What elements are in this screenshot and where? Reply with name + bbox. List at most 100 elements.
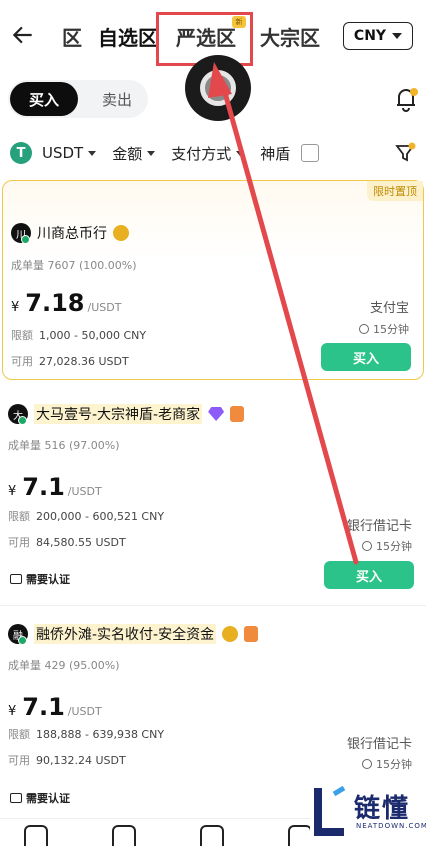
price: ¥ 7.1 /USDT <box>8 473 102 501</box>
tab-favorites[interactable]: 自选区 <box>98 22 158 51</box>
shield-label: 神盾 <box>260 144 291 163</box>
price-value: 7.18 <box>25 289 85 317</box>
limit-value: 200,000 - 600,521 CNY <box>36 510 165 523</box>
nav-orders-icon[interactable] <box>112 825 136 846</box>
buy-tab[interactable]: 买入 <box>10 82 78 116</box>
clock-icon <box>362 541 372 551</box>
price-value: 7.1 <box>22 693 65 721</box>
limit-label: 限额 <box>11 329 33 342</box>
merchant-row[interactable]: 大 大马壹号-大宗神盾-老商家 <box>8 404 245 425</box>
available-row: 可用 27,028.36 USDT <box>11 353 129 369</box>
online-indicator <box>18 416 27 425</box>
price: ¥ 7.18 /USDT <box>11 289 121 317</box>
assist-ring-icon <box>200 70 236 106</box>
nav-p2p-icon[interactable] <box>24 825 48 846</box>
watermark-cn: 链懂 <box>354 794 411 824</box>
merchant-name: 融侨外滩-实名收付-安全资金 <box>34 624 217 644</box>
asset-filter[interactable]: T USDT <box>10 142 97 164</box>
payment-time: 15分钟 <box>362 756 412 772</box>
watermark-logo: 链懂 NEATDOWN.COM <box>310 778 426 846</box>
payment-method: 支付宝 <box>369 301 409 316</box>
certification-required: 需要认证 <box>10 571 70 587</box>
divider <box>0 605 426 606</box>
price-value: 7.1 <box>22 473 65 501</box>
currency-symbol: ¥ <box>8 704 17 719</box>
tab-bulk[interactable]: 大宗区 <box>260 22 320 51</box>
listing-card: 限时置顶 川 川商总币行 成单量 7607 (100.00%) ¥ 7.18 /… <box>2 180 424 380</box>
clock-icon <box>359 324 369 334</box>
chevron-down-icon <box>147 150 156 156</box>
time-label: 15分钟 <box>376 540 412 553</box>
price-unit: /USDT <box>87 301 122 314</box>
avatar: 川 <box>11 223 31 244</box>
online-indicator <box>18 636 27 645</box>
merchant-row[interactable]: 川 川商总币行 <box>11 223 129 244</box>
clock-icon <box>362 759 372 769</box>
bell-icon[interactable] <box>394 86 418 112</box>
payment-time: 15分钟 <box>359 321 409 337</box>
available-row: 可用 84,580.55 USDT <box>8 534 126 550</box>
merchant-row[interactable]: 融 融侨外滩-实名收付-安全资金 <box>8 624 259 645</box>
available-label: 可用 <box>11 355 33 368</box>
currency-symbol: ¥ <box>8 484 17 499</box>
limit-row: 限额 188,888 - 639,938 CNY <box>8 726 164 742</box>
price-unit: /USDT <box>67 705 102 718</box>
merchant-name: 大马壹号-大宗神盾-老商家 <box>34 404 203 424</box>
currency-symbol: ¥ <box>11 300 20 315</box>
merchant-name: 川商总币行 <box>37 226 107 242</box>
avatar: 融 <box>8 624 28 645</box>
buy-button[interactable]: 买入 <box>324 561 414 589</box>
nav-messages-icon[interactable] <box>288 825 312 846</box>
tether-icon: T <box>10 142 32 164</box>
payment-filter[interactable]: 支付方式 <box>171 143 245 164</box>
cert-label: 需要认证 <box>26 792 70 805</box>
buy-button[interactable]: 买入 <box>321 343 411 371</box>
limit-label: 限额 <box>8 510 30 523</box>
nav-ads-icon[interactable] <box>200 825 224 846</box>
shield-icon <box>230 406 245 422</box>
price: ¥ 7.1 /USDT <box>8 693 102 721</box>
limit-label: 限额 <box>8 728 30 741</box>
tab-zone[interactable]: 区 <box>62 22 82 51</box>
logo-mark-icon <box>314 786 346 836</box>
currency-selector[interactable]: CNY <box>343 22 413 50</box>
order-stats: 成单量 516 (97.00%) <box>8 439 120 452</box>
available-label: 可用 <box>8 536 30 549</box>
id-card-icon <box>10 793 22 803</box>
floating-assist-button[interactable] <box>185 55 251 121</box>
time-label: 15分钟 <box>373 323 409 336</box>
filter-funnel-icon[interactable] <box>394 142 416 164</box>
available-value: 84,580.55 USDT <box>36 536 126 549</box>
currency-label: CNY <box>353 28 387 44</box>
payment-method: 银行借记卡 <box>346 519 412 534</box>
order-stats: 成单量 429 (95.00%) <box>8 659 120 672</box>
diamond-icon <box>208 407 225 421</box>
time-label: 15分钟 <box>376 758 412 771</box>
chevron-down-icon <box>88 150 97 156</box>
shield-filter[interactable]: 神盾 <box>260 143 320 164</box>
back-arrow-icon[interactable] <box>10 22 36 48</box>
verified-icon <box>113 225 129 241</box>
available-value: 27,028.36 USDT <box>39 355 129 368</box>
limit-row: 限额 200,000 - 600,521 CNY <box>8 508 164 524</box>
avatar: 大 <box>8 404 28 425</box>
limit-row: 限额 1,000 - 50,000 CNY <box>11 327 146 343</box>
filter-bar: T USDT 金额 支付方式 神盾 <box>10 140 416 166</box>
payment-label: 支付方式 <box>171 144 232 163</box>
id-card-icon <box>10 574 22 584</box>
sell-tab[interactable]: 卖出 <box>83 82 151 116</box>
listing-card: 大 大马壹号-大宗神盾-老商家 成单量 516 (97.00%) ¥ 7.1 /… <box>0 395 426 605</box>
buy-sell-toggle: 买入 卖出 <box>8 80 148 118</box>
limit-value: 1,000 - 50,000 CNY <box>39 329 147 342</box>
certification-required: 需要认证 <box>10 790 70 806</box>
verified-icon <box>222 626 239 642</box>
watermark-en: NEATDOWN.COM <box>356 822 426 830</box>
shield-icon <box>244 626 259 642</box>
online-indicator <box>21 235 30 244</box>
available-row: 可用 90,132.24 USDT <box>8 752 126 768</box>
chevron-down-icon <box>236 150 245 156</box>
amount-filter[interactable]: 金额 <box>112 143 156 164</box>
asset-label: USDT <box>42 144 84 162</box>
shield-checkbox[interactable] <box>301 144 320 162</box>
available-label: 可用 <box>8 754 30 767</box>
